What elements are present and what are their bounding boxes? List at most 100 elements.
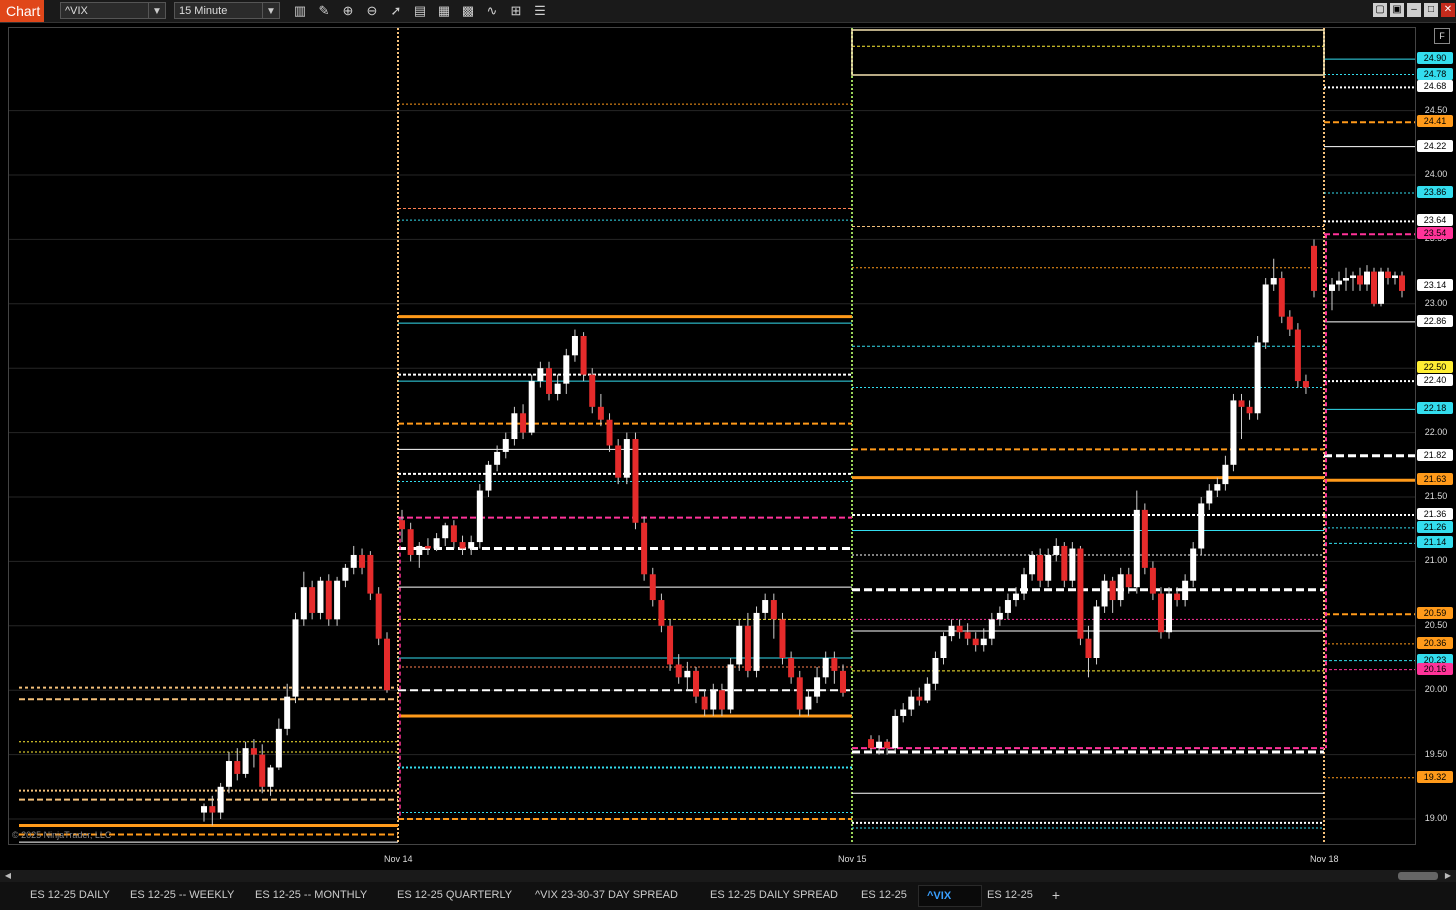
candle-body xyxy=(580,336,587,375)
candle-body xyxy=(1378,271,1384,304)
candle-body xyxy=(1262,284,1269,343)
candle-body xyxy=(317,580,324,613)
candle-body xyxy=(632,439,639,523)
chevron-down-icon[interactable]: ▼ xyxy=(262,3,279,18)
tab-vix-23-30-37-day-spread[interactable]: ^VIX 23-30-37 DAY SPREAD xyxy=(527,885,686,907)
price-level-label: 23.54 xyxy=(1417,227,1453,240)
chart-app-label[interactable]: Chart xyxy=(0,0,44,22)
tab-es-12-25-daily[interactable]: ES 12-25 DAILY xyxy=(22,885,118,907)
price-level-label: 22.40 xyxy=(1417,374,1453,387)
candle-body xyxy=(1364,271,1370,285)
candle-body xyxy=(292,619,299,697)
candle-body xyxy=(537,368,544,382)
pointer-icon[interactable]: ➚ xyxy=(386,2,406,20)
chevron-down-icon[interactable]: ▼ xyxy=(148,3,165,18)
title-bar: Chart ^VIX ▼ 15 Minute ▼ ▥ ✎ ⊕ ⊖ ➚ ▤ ▦ ▩ ∿ ⊞ ☰ ▢ ▣ –… xyxy=(0,0,1456,23)
price-level-label: 24.78 xyxy=(1417,67,1453,80)
candle-body xyxy=(342,567,349,581)
candle-body xyxy=(710,690,717,710)
chart-panel[interactable] xyxy=(8,27,1416,845)
candle-body xyxy=(520,413,527,433)
price-axis[interactable]: 24.5024.0023.5023.0022.5022.0021.5021.00… xyxy=(1416,27,1456,845)
price-level-label: 21.14 xyxy=(1417,536,1453,549)
candle-body xyxy=(1190,548,1197,581)
candle-body xyxy=(375,593,382,639)
candle-body xyxy=(1069,548,1076,581)
candle-body xyxy=(1029,554,1036,575)
candle-body xyxy=(485,464,492,491)
candle-body xyxy=(259,754,266,787)
interval-selector[interactable]: 15 Minute ▼ xyxy=(174,2,280,19)
tab-es-12-25[interactable]: ES 12-25 xyxy=(853,885,915,907)
scroll-thumb[interactable] xyxy=(1398,872,1438,880)
data-box-icon[interactable]: ▩ xyxy=(458,2,478,20)
strategy-icon[interactable]: ⊞ xyxy=(506,2,526,20)
pencil-icon[interactable]: ✎ xyxy=(314,2,334,20)
price-level-label: 22.50 xyxy=(1417,361,1453,374)
minimize-icon[interactable]: – xyxy=(1407,3,1421,17)
candle-body xyxy=(948,625,955,637)
candle-body xyxy=(924,683,931,701)
candle-body xyxy=(250,748,257,755)
horizontal-scrollbar[interactable]: ◀ ▶ xyxy=(0,870,1456,882)
restore-icon[interactable]: ▢ xyxy=(1373,3,1387,17)
tab-vix[interactable]: ^VIX xyxy=(918,885,982,907)
candle-body xyxy=(450,525,457,543)
candle-body xyxy=(988,619,995,639)
candle-body xyxy=(892,715,899,749)
template-icon[interactable]: ▦ xyxy=(434,2,454,20)
candle-body xyxy=(1198,503,1205,549)
properties-icon[interactable]: ▤ xyxy=(410,2,430,20)
bars-type-icon[interactable]: ▥ xyxy=(290,2,310,20)
close-icon[interactable]: ✕ xyxy=(1441,3,1455,17)
candle-body xyxy=(242,748,249,774)
candle-body xyxy=(964,632,971,639)
candle-body xyxy=(1392,275,1398,279)
price-level-label: 21.63 xyxy=(1417,473,1453,486)
tile-icon[interactable]: ▣ xyxy=(1390,3,1404,17)
tab-es-12-25-daily-spread[interactable]: ES 12-25 DAILY SPREAD xyxy=(702,885,846,907)
zoom-out-icon[interactable]: ⊖ xyxy=(362,2,382,20)
more-icon[interactable]: ☰ xyxy=(530,2,550,20)
price-chart[interactable] xyxy=(9,28,1415,844)
maximize-icon[interactable]: □ xyxy=(1424,3,1438,17)
candle-body xyxy=(1238,400,1245,407)
add-tab-icon[interactable]: + xyxy=(1048,885,1064,907)
candle-body xyxy=(209,806,216,813)
price-level-label: 20.36 xyxy=(1417,636,1453,649)
time-tick-label: Nov 15 xyxy=(838,854,867,864)
candle-body xyxy=(563,355,570,384)
candle-body xyxy=(1329,284,1335,291)
candle-body xyxy=(234,761,241,774)
candle-body xyxy=(770,600,777,620)
candle-body xyxy=(1343,278,1349,281)
candle-body xyxy=(334,580,341,620)
time-axis[interactable]: Nov 14 Nov 15 Nov 18 xyxy=(8,846,1416,872)
indicators-icon[interactable]: ∿ xyxy=(482,2,502,20)
interval-value: 15 Minute xyxy=(179,5,228,17)
candle-body xyxy=(309,587,316,613)
scroll-left-icon[interactable]: ◀ xyxy=(2,870,14,882)
candle-body xyxy=(217,786,224,813)
zoom-in-icon[interactable]: ⊕ xyxy=(338,2,358,20)
tab-es-12-25-weekly[interactable]: ES 12-25 -- WEEKLY xyxy=(122,885,242,907)
candle-body xyxy=(494,451,501,465)
instrument-selector[interactable]: ^VIX ▼ xyxy=(60,2,166,19)
candle-body xyxy=(1004,600,1011,613)
candle-body xyxy=(900,709,907,716)
candle-body xyxy=(1149,567,1156,594)
candle-body xyxy=(1302,381,1309,388)
candle-body xyxy=(1357,275,1363,285)
candle-body xyxy=(476,490,483,543)
candle-body xyxy=(1012,593,1019,601)
candle-body xyxy=(1077,548,1084,639)
tab-es-12-25-quarterly[interactable]: ES 12-25 QUARTERLY xyxy=(389,885,520,907)
candle-body xyxy=(779,619,786,658)
candle-body xyxy=(1093,606,1100,658)
scroll-right-icon[interactable]: ▶ xyxy=(1442,870,1454,882)
tab-es-12-25-monthly[interactable]: ES 12-25 -- MONTHLY xyxy=(247,885,375,907)
candle-body xyxy=(1294,329,1301,382)
candle-body xyxy=(384,638,390,691)
candle-body xyxy=(1021,574,1028,594)
tab-es-12-25[interactable]: ES 12-25 xyxy=(979,885,1041,907)
